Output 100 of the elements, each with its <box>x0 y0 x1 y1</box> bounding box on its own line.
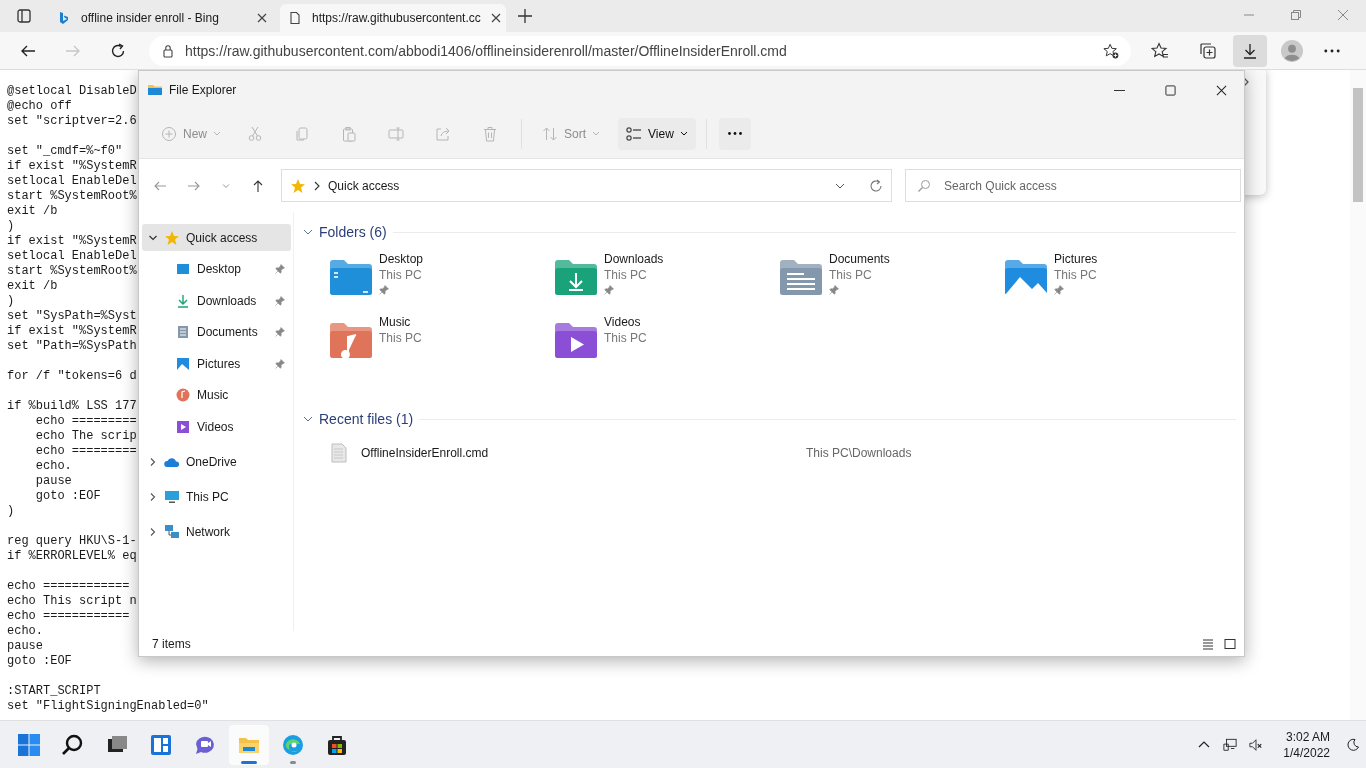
tree-item[interactable]: Downloads <box>142 287 291 314</box>
collections-icon[interactable] <box>1199 41 1217 60</box>
tab-actions-icon[interactable] <box>16 8 32 24</box>
code-line: ) <box>7 504 15 519</box>
chevron-icon[interactable] <box>148 491 158 502</box>
code-line: if %build% LSS 177 <box>7 399 137 414</box>
folder-tile[interactable]: Downloads This PC <box>554 251 779 314</box>
folder-name: Music <box>379 314 411 330</box>
code-line: exit /b <box>7 279 58 294</box>
file-icon <box>331 443 347 463</box>
monitor-icon <box>164 488 180 505</box>
chevron-icon[interactable] <box>303 414 313 424</box>
download-icon <box>1242 42 1258 59</box>
folder-tile[interactable]: Music This PC <box>329 314 554 377</box>
code-line: if %ERRORLEVEL% eq <box>7 549 137 564</box>
tree-item[interactable]: Desktop <box>142 255 291 283</box>
tree-item[interactable]: This PC <box>142 483 291 510</box>
chevron-icon <box>314 180 320 191</box>
tree-label: Documents <box>197 325 259 339</box>
tree-item[interactable]: OneDrive <box>142 448 291 475</box>
code-line: setlocal EnableDel <box>7 174 137 189</box>
tree-item[interactable]: Network <box>142 518 291 545</box>
chevron-icon[interactable] <box>148 456 158 467</box>
refresh-icon[interactable] <box>110 42 126 59</box>
code-line: set "_cmdf=%~f0" <box>7 144 123 159</box>
tree-item[interactable]: Quick access <box>142 224 291 251</box>
code-line: echo ========= <box>34 414 137 429</box>
folder-tile[interactable]: Desktop This PC <box>329 251 554 314</box>
clock-time[interactable]: 3:02 AM <box>1285 728 1330 745</box>
muted-speaker-icon[interactable] <box>1249 737 1264 752</box>
code-line: pause <box>34 474 72 489</box>
code-line: echo This script n <box>7 594 137 609</box>
folder-location: This PC <box>379 267 422 283</box>
folder-location: This PC <box>604 267 647 283</box>
toolbar-button[interactable]: View <box>618 117 696 150</box>
toolbar-button[interactable] <box>718 117 751 150</box>
add-icon <box>161 125 177 142</box>
code-line: pause <box>7 639 43 654</box>
section-heading[interactable]: Recent files (1) <box>319 411 414 427</box>
clock-date[interactable]: 1/4/2022 <box>1283 744 1330 761</box>
share-icon <box>435 125 451 142</box>
page-icon <box>288 11 302 25</box>
close-icon[interactable] <box>1216 84 1227 96</box>
tree-item[interactable]: Music <box>142 381 291 409</box>
trash-icon <box>482 125 498 142</box>
browser-icon <box>281 732 305 757</box>
code-line: goto :EOF <box>34 489 101 504</box>
notifications-icon[interactable] <box>1346 737 1360 752</box>
folder-tile[interactable]: Videos This PC <box>554 314 779 377</box>
browser-tab[interactable]: https://raw.githubusercontent.cc <box>280 4 506 32</box>
music-icon <box>176 388 190 402</box>
code-line: ) <box>7 294 15 309</box>
tree-item[interactable]: Documents <box>142 318 291 346</box>
url-field[interactable]: https://raw.githubusercontent.com/abbodi1406/offlineinsiderenroll/master/OfflineInsiderEnroll.cmd <box>149 35 1131 66</box>
details-view-icon[interactable] <box>1202 637 1214 650</box>
tree-label: Videos <box>197 419 235 434</box>
status-text: 7 items <box>152 636 191 651</box>
address-bar[interactable]: Quick access <box>281 169 892 202</box>
document-icon <box>176 325 190 339</box>
folder-name: Downloads <box>604 251 664 267</box>
tiles-view-icon[interactable] <box>1224 637 1236 650</box>
tree-item[interactable]: Pictures <box>142 350 291 377</box>
view-icon <box>626 125 643 142</box>
scissors-icon <box>247 125 263 142</box>
code-line: goto :EOF <box>7 654 72 669</box>
widgets-icon <box>149 732 173 757</box>
new-tab-icon[interactable] <box>517 8 533 24</box>
chevron-icon[interactable] <box>303 227 313 237</box>
file-row[interactable]: OfflineInsiderEnroll.cmd This PC\Downloads <box>303 439 1236 467</box>
code-line: start %SystemRoot% <box>7 189 137 204</box>
code-line: set "Path=%SysPath <box>7 339 137 354</box>
tree-item[interactable]: Videos <box>142 413 291 440</box>
folder-icon <box>554 320 598 360</box>
tree-label: This PC <box>186 489 229 504</box>
folder-tile[interactable]: Pictures This PC <box>1004 251 1229 314</box>
browser-tab[interactable]: offline insider enroll - Bing <box>49 4 275 32</box>
folder-tile[interactable]: Documents This PC <box>779 251 1004 314</box>
scrollbar[interactable] <box>1350 70 1366 720</box>
tree-label: Desktop <box>197 262 243 276</box>
clipboard-icon <box>341 125 357 142</box>
window-title: File Explorer <box>169 83 237 97</box>
lock-icon <box>161 43 175 58</box>
restore-icon[interactable] <box>1291 10 1301 20</box>
copy-icon <box>294 125 310 142</box>
close-icon[interactable] <box>490 13 501 23</box>
section-heading[interactable]: Folders (6) <box>319 224 387 240</box>
maximize-icon[interactable] <box>1165 84 1176 96</box>
favorites-icon[interactable] <box>1151 41 1169 60</box>
downloads-button[interactable] <box>1233 34 1267 67</box>
tree-label: Quick access <box>186 230 258 245</box>
add-favorite-icon[interactable] <box>1103 42 1119 59</box>
search-field[interactable]: Search Quick access <box>905 169 1241 202</box>
close-icon[interactable] <box>257 13 267 23</box>
profile-avatar[interactable] <box>1281 39 1303 62</box>
folder-icon <box>329 320 373 360</box>
code-line: set "FlightSigningEnabled=0" <box>7 699 209 714</box>
network-icon[interactable] <box>1223 737 1238 752</box>
caret-icon <box>213 131 221 136</box>
chevron-icon[interactable] <box>148 526 158 537</box>
up-icon[interactable] <box>251 178 265 193</box>
